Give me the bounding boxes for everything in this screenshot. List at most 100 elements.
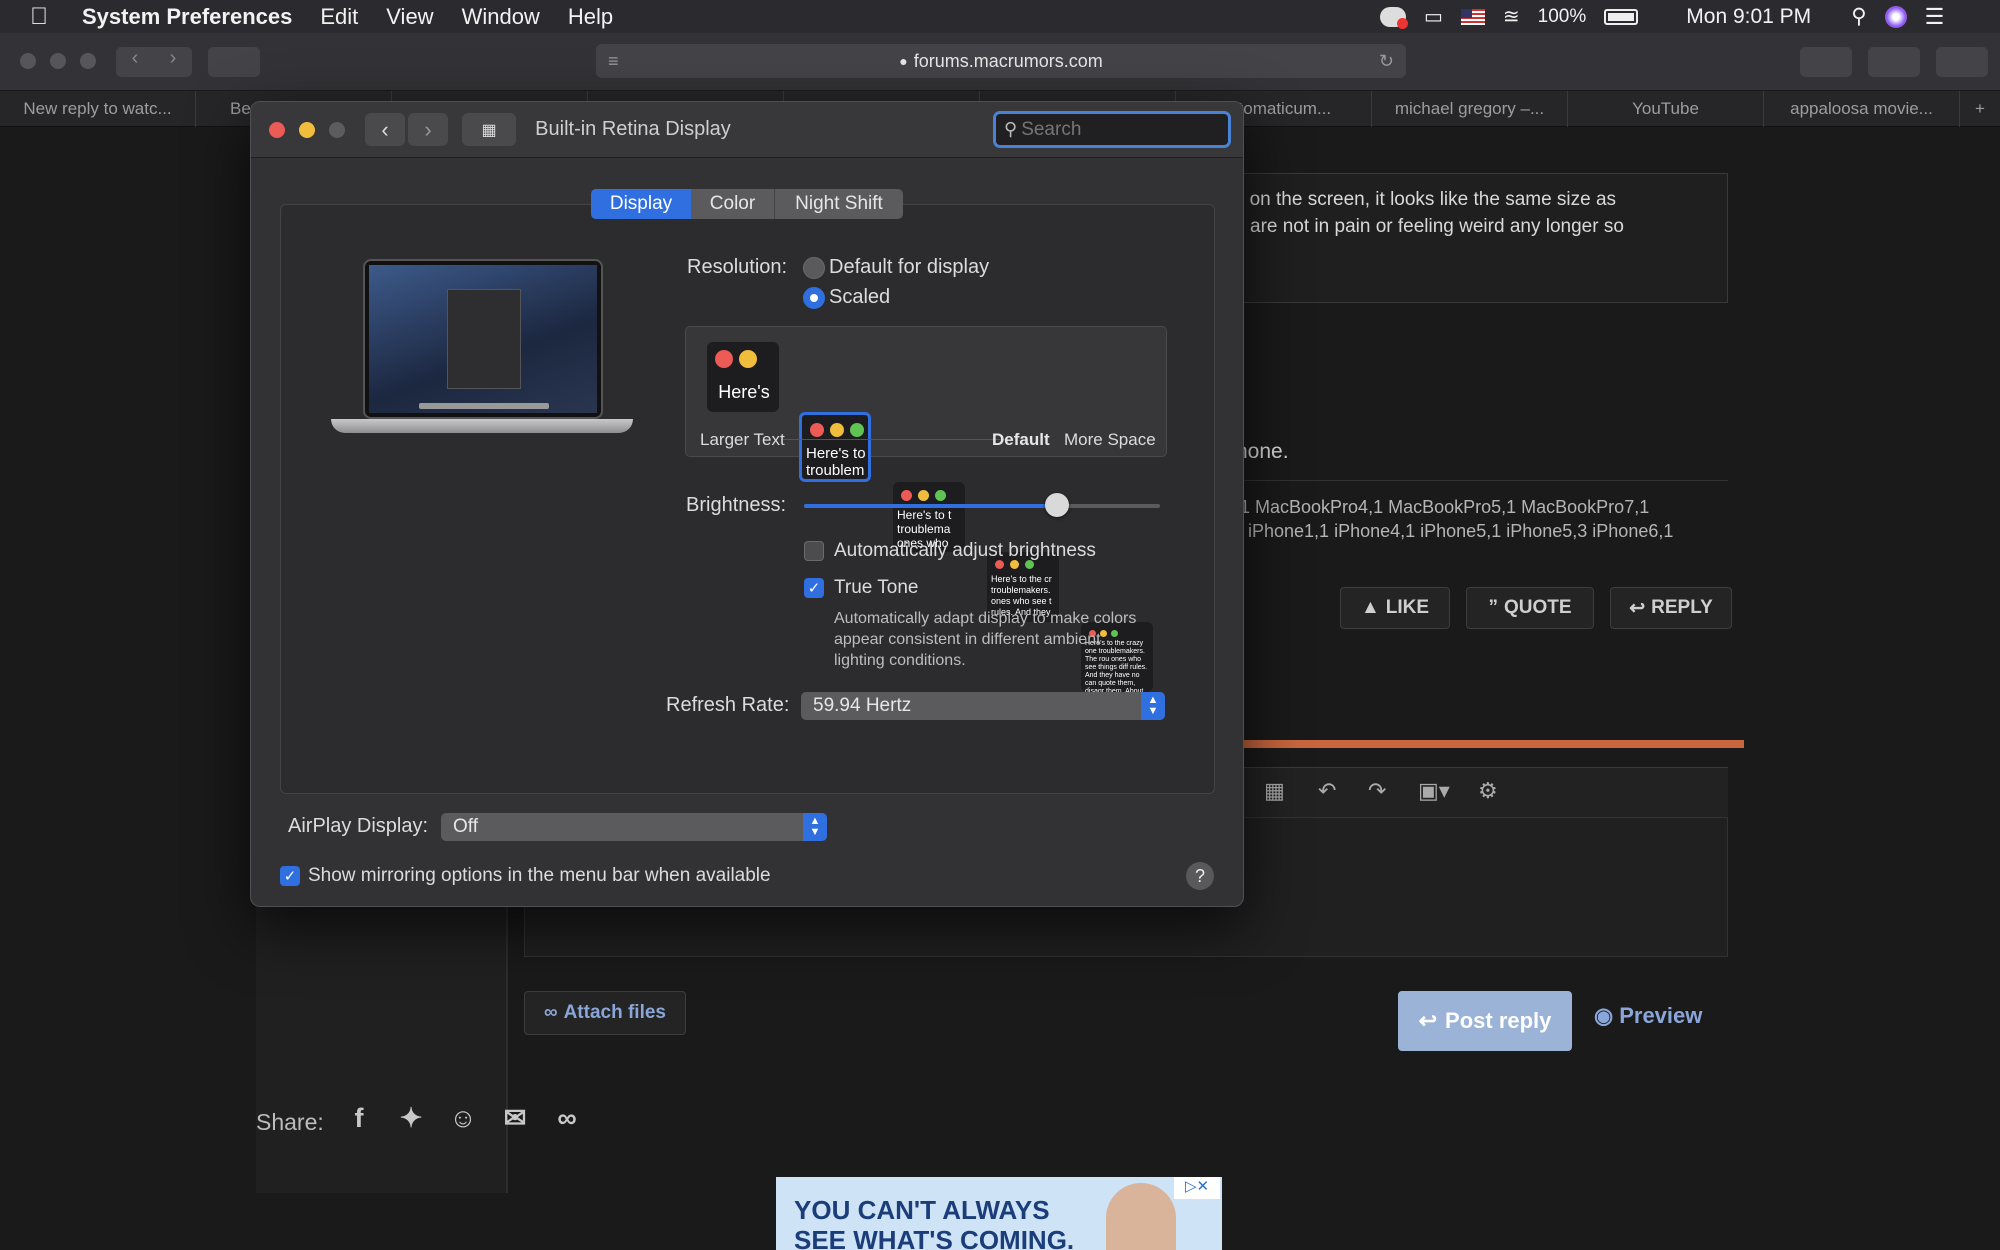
radio-default-label: Default for display [829,256,990,278]
true-tone-option[interactable]: ✓ True Tone [804,577,919,599]
radio-default[interactable] [803,256,825,279]
zoom-button[interactable] [329,122,345,138]
flag-icon[interactable] [1460,8,1485,25]
notification-center-icon[interactable]: ☰ [1925,4,1945,30]
save-draft-icon[interactable]: ▣▾ [1418,778,1450,804]
tab-display[interactable]: Display [591,189,691,219]
auto-brightness-option[interactable]: Automatically adjust brightness [804,540,1096,562]
airplay-value: Off [453,816,478,837]
brightness-slider-fill [804,504,1057,508]
signature-line: . iPhone1,1 iPhone4,1 iPhone5,1 iPhone5,… [1238,521,1674,541]
description-line: Automatically adapt display to make colo… [834,610,1137,627]
advertisement[interactable]: YOU CAN'T ALWAYS SEE WHAT'S COMING. ▷✕ [776,1177,1222,1250]
airplay-label: AirPlay Display: [288,815,429,837]
table-icon[interactable]: ▦ [1264,778,1285,804]
help-button[interactable]: ? [1186,862,1214,890]
reader-icon[interactable]: ≡ [608,51,619,72]
spotlight-icon[interactable]: ⚲ [1851,4,1866,29]
share-icon[interactable] [1868,47,1920,77]
redo-icon[interactable]: ↷ [1368,778,1386,804]
thumbs-up-icon: ▲ [1360,597,1380,618]
like-button[interactable]: ▲ LIKE [1340,587,1450,629]
browser-tab[interactable]: michael gregory –... [1372,91,1568,127]
browser-minimize-button[interactable] [50,53,66,69]
reply-button[interactable]: ↩ REPLY [1610,587,1732,629]
address-bar[interactable]: ≡ ● forums.macrumors.com ↻ [596,44,1406,78]
true-tone-label: True Tone [834,577,919,598]
tabs-overview-icon[interactable] [1936,47,1988,77]
scale-label-larger: Larger Text [700,430,785,449]
facebook-icon[interactable]: f [344,1103,374,1134]
reload-icon[interactable]: ↻ [1379,51,1394,72]
refresh-rate-select[interactable]: 59.94 Hertz ▲ ▼ [801,692,1165,720]
paperclip-icon: ∞ [544,1002,558,1023]
preview-button[interactable]: ◉ Preview [1594,1003,1702,1029]
brightness-slider-knob[interactable] [1045,493,1069,517]
show-all-grid-icon[interactable]: ▦ [462,113,516,146]
tab-night-shift[interactable]: Night Shift [775,189,903,219]
ad-choices-icon[interactable]: ▷✕ [1174,1177,1220,1199]
battery-icon[interactable] [1604,8,1639,25]
true-tone-description: Automatically adapt display to make colo… [834,608,1136,671]
mirroring-option[interactable]: ✓ Show mirroring options in the menu bar… [280,865,771,887]
signature-line: 1 MacBookPro4,1 MacBookPro5,1 MacBookPro… [1240,497,1650,517]
url-text: forums.macrumors.com [913,50,1103,71]
true-tone-checkbox[interactable]: ✓ [804,578,824,598]
tab-color[interactable]: Color [691,189,775,219]
browser-tab[interactable]: YouTube [1568,91,1764,127]
close-button[interactable] [269,122,285,138]
ad-person-image [1106,1183,1176,1250]
undo-icon[interactable]: ↶ [1318,778,1336,804]
browser-tab[interactable]: New reply to watc... [0,91,196,127]
link-icon[interactable]: ∞ [552,1103,582,1134]
quote-button[interactable]: ” QUOTE [1466,587,1594,629]
forward-button[interactable]: › [408,113,448,146]
post-reply-button[interactable]: ↩ Post reply [1398,991,1572,1051]
lock-icon: ● [899,53,908,69]
reddit-icon[interactable]: ☺ [448,1103,478,1134]
airplay-select[interactable]: Off ▲ ▼ [441,813,827,841]
browser-forward-icon[interactable]: › [154,47,192,77]
downloads-icon[interactable] [1800,47,1852,77]
sidebar-toggle-icon[interactable] [208,47,260,77]
chevron-updown-icon: ▲ ▼ [803,813,827,841]
search-field[interactable]: ⚲ [993,111,1231,148]
scale-track-line [781,439,1007,440]
scale-preview-text: Here's [718,382,770,402]
browser-zoom-button[interactable] [80,53,96,69]
email-icon[interactable]: ✉ [500,1103,530,1134]
wifi-icon[interactable]: ≊ [1503,4,1520,29]
clock[interactable]: Mon 9:01 PM [1686,5,1811,29]
radio-scaled[interactable] [803,286,825,309]
new-tab-button[interactable]: + [1960,91,2000,127]
scale-option-larger-text[interactable]: Here's [707,342,779,412]
back-button[interactable]: ‹ [365,113,405,146]
auto-brightness-checkbox[interactable] [804,541,824,561]
resolution-scaled-option[interactable]: Scaled [803,286,890,309]
browser-tab[interactable]: appaloosa movie... [1764,91,1960,127]
minimize-button[interactable] [299,122,315,138]
menu-edit[interactable]: Edit [320,4,358,30]
apple-icon[interactable]:  [30,3,48,31]
twitter-icon[interactable]: ✦ [396,1103,426,1134]
menu-view[interactable]: View [386,4,433,30]
resolution-label: Resolution: [687,256,788,278]
attach-files-button[interactable]: ∞ Attach files [524,991,686,1035]
eye-icon: ◉ [1594,1003,1614,1028]
search-icon: ⚲ [1004,119,1018,139]
siri-icon[interactable] [1884,5,1907,28]
browser-back-icon[interactable]: ‹ [116,47,154,77]
gear-icon[interactable]: ⚙ [1478,778,1498,804]
browser-close-button[interactable] [20,53,36,69]
brightness-slider[interactable] [804,493,1160,517]
menu-help[interactable]: Help [568,4,613,30]
menu-window[interactable]: Window [462,4,540,30]
mirroring-checkbox[interactable]: ✓ [280,866,300,886]
creative-cloud-icon[interactable] [1380,6,1408,29]
search-input[interactable] [1021,118,1212,141]
airplay-icon[interactable]: ▭ [1424,4,1443,29]
menu-app-name[interactable]: System Preferences [82,4,292,30]
scale-option-2[interactable]: Here's to troublem [799,412,871,482]
resolution-default-option[interactable]: Default for display [803,256,989,279]
battery-percent[interactable]: 100% [1538,6,1587,28]
